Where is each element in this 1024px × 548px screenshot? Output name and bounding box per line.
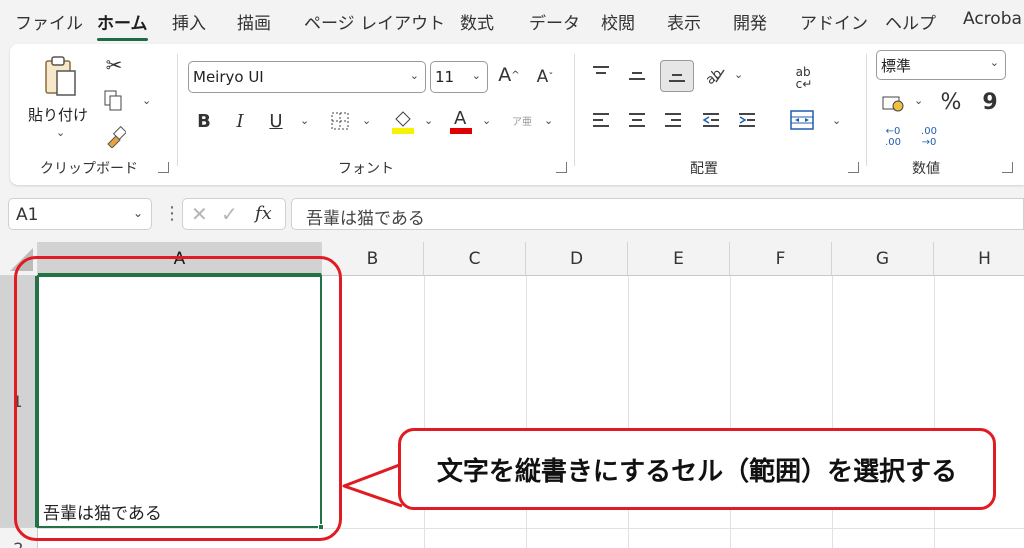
chevron-down-icon: ⌄ xyxy=(471,69,481,82)
font-group-label: フォント xyxy=(338,161,394,177)
middle-align-icon[interactable] xyxy=(624,64,650,88)
formula-input[interactable]: 吾輩は猫である xyxy=(291,198,1024,230)
tab-acrobat[interactable]: Acroba xyxy=(963,9,1022,29)
tab-view[interactable]: 表示 xyxy=(667,9,701,34)
orientation-icon[interactable]: ab xyxy=(700,60,728,88)
tab-review[interactable]: 校閲 xyxy=(601,9,635,34)
tab-formulas[interactable]: 数式 xyxy=(460,9,494,34)
italic-button[interactable]: I xyxy=(228,108,252,134)
align-left-icon[interactable] xyxy=(588,108,614,132)
column-header-c[interactable]: C xyxy=(424,242,526,276)
tab-data[interactable]: データ xyxy=(529,9,580,34)
insert-function-button[interactable]: fx xyxy=(255,203,272,224)
svg-text:A: A xyxy=(454,108,467,129)
align-center-icon[interactable] xyxy=(624,108,650,132)
confirm-icon[interactable]: ✓ xyxy=(221,202,238,226)
percent-button[interactable]: % xyxy=(938,88,964,116)
top-align-icon[interactable] xyxy=(588,62,614,86)
align-right-icon[interactable] xyxy=(660,108,686,132)
font-color-icon[interactable]: A xyxy=(448,104,474,136)
tab-page-layout[interactable]: ページ レイアウト xyxy=(304,9,445,34)
fill-color-icon[interactable] xyxy=(390,106,416,136)
currency-dropdown-icon[interactable]: ⌄ xyxy=(914,94,923,107)
name-box[interactable]: A1 ⌄ xyxy=(8,198,152,230)
decrease-indent-icon[interactable] xyxy=(698,108,724,132)
column-header-d[interactable]: D xyxy=(526,242,628,276)
chevron-down-icon: ⌄ xyxy=(409,69,419,82)
furigana-dropdown-icon[interactable]: ⌄ xyxy=(544,114,553,127)
decrease-font-size-icon[interactable]: Aˇ xyxy=(532,64,558,90)
copy-dropdown-icon[interactable]: ⌄ xyxy=(142,94,151,107)
column-header-g[interactable]: G xyxy=(832,242,934,276)
instruction-callout: 文字を縦書きにするセル（範囲）を選択する xyxy=(398,428,996,510)
tab-draw[interactable]: 描画 xyxy=(237,9,271,34)
formula-buttons: ✕ ✓ fx xyxy=(182,198,286,230)
chevron-down-icon: ⌄ xyxy=(132,206,143,220)
tab-home[interactable]: ホーム xyxy=(97,9,148,41)
column-header-h[interactable]: H xyxy=(934,242,1024,276)
alignment-group-label: 配置 xyxy=(690,161,718,177)
tab-addins[interactable]: アドイン xyxy=(800,9,868,34)
more-options-icon[interactable]: ⋮ xyxy=(163,203,181,224)
cancel-icon[interactable]: ✕ xyxy=(191,202,208,226)
font-name-select[interactable]: Meiryo UI ⌄ xyxy=(188,61,426,93)
fill-color-dropdown-icon[interactable]: ⌄ xyxy=(424,114,433,127)
merge-center-icon[interactable] xyxy=(788,106,816,134)
callout-text: 文字を縦書きにするセル（範囲）を選択する xyxy=(436,456,958,487)
clipboard-group-label: クリップボード xyxy=(40,161,138,177)
divider xyxy=(866,54,867,166)
tab-insert[interactable]: 挿入 xyxy=(172,9,206,34)
comma-button[interactable]: 9 xyxy=(980,88,1000,116)
formula-bar: A1 ⌄ ⋮ ✕ ✓ fx 吾輩は猫である xyxy=(0,193,1024,235)
divider xyxy=(574,54,575,166)
furigana-icon[interactable]: ア亜 xyxy=(510,108,534,136)
clipboard-icon xyxy=(45,56,76,96)
menu-bar: ファイル ホーム 挿入 描画 ページ レイアウト 数式 データ 校閲 表示 開発… xyxy=(0,0,1024,41)
font-color-dropdown-icon[interactable]: ⌄ xyxy=(482,114,491,127)
increase-indent-icon[interactable] xyxy=(734,108,760,132)
font-size-select[interactable]: 11 ⌄ xyxy=(430,61,488,93)
number-format-select[interactable]: 標準 ⌄ xyxy=(876,50,1006,80)
paste-label[interactable]: 貼り付け xyxy=(28,104,88,125)
tab-developer[interactable]: 開発 xyxy=(733,9,767,34)
divider xyxy=(177,54,178,166)
ribbon: 貼り付け ⌄ ✂ ⌄ クリップボード Meiryo UI ⌄ 11 ⌄ A ^ Aˇ … xyxy=(10,44,1024,185)
merge-dropdown-icon[interactable]: ⌄ xyxy=(832,114,841,127)
chevron-down-icon: ⌄ xyxy=(989,56,999,69)
paste-button[interactable] xyxy=(38,54,82,100)
bold-button[interactable]: B xyxy=(192,108,216,134)
currency-icon[interactable] xyxy=(880,90,906,116)
number-launcher-icon[interactable] xyxy=(1002,162,1013,173)
number-group-label: 数値 xyxy=(912,161,940,177)
tab-help[interactable]: ヘルプ xyxy=(885,9,936,34)
bottom-align-button[interactable] xyxy=(660,60,694,92)
borders-icon[interactable] xyxy=(328,108,352,134)
orientation-dropdown-icon[interactable]: ⌄ xyxy=(734,68,743,81)
font-launcher-icon[interactable] xyxy=(556,162,567,173)
copy-icon[interactable] xyxy=(100,88,126,114)
alignment-launcher-icon[interactable] xyxy=(848,162,859,173)
column-header-e[interactable]: E xyxy=(628,242,730,276)
highlight-box xyxy=(14,256,342,541)
borders-dropdown-icon[interactable]: ⌄ xyxy=(362,114,371,127)
format-painter-icon[interactable] xyxy=(102,124,128,150)
increase-decimal-icon[interactable]: ←0 .00 xyxy=(880,124,906,150)
excel-window: ファイル ホーム 挿入 描画 ページ レイアウト 数式 データ 校閲 表示 開発… xyxy=(0,0,1024,548)
clipboard-launcher-icon[interactable] xyxy=(158,162,169,173)
underline-dropdown-icon[interactable]: ⌄ xyxy=(300,114,309,127)
bottom-align-icon xyxy=(669,74,685,82)
underline-button[interactable]: U xyxy=(264,108,288,134)
svg-text:ab: ab xyxy=(703,66,725,86)
cut-icon[interactable]: ✂ xyxy=(102,52,126,78)
tab-file[interactable]: ファイル xyxy=(15,9,83,34)
callout-pointer-icon xyxy=(342,462,403,508)
decrease-decimal-icon[interactable]: .00 →0 xyxy=(916,124,942,150)
paste-dropdown-icon[interactable]: ⌄ xyxy=(56,126,65,139)
wrap-text-icon[interactable]: ab c↵ xyxy=(790,64,818,92)
column-header-f[interactable]: F xyxy=(730,242,832,276)
increase-font-size-icon[interactable]: A ^ xyxy=(496,62,522,88)
